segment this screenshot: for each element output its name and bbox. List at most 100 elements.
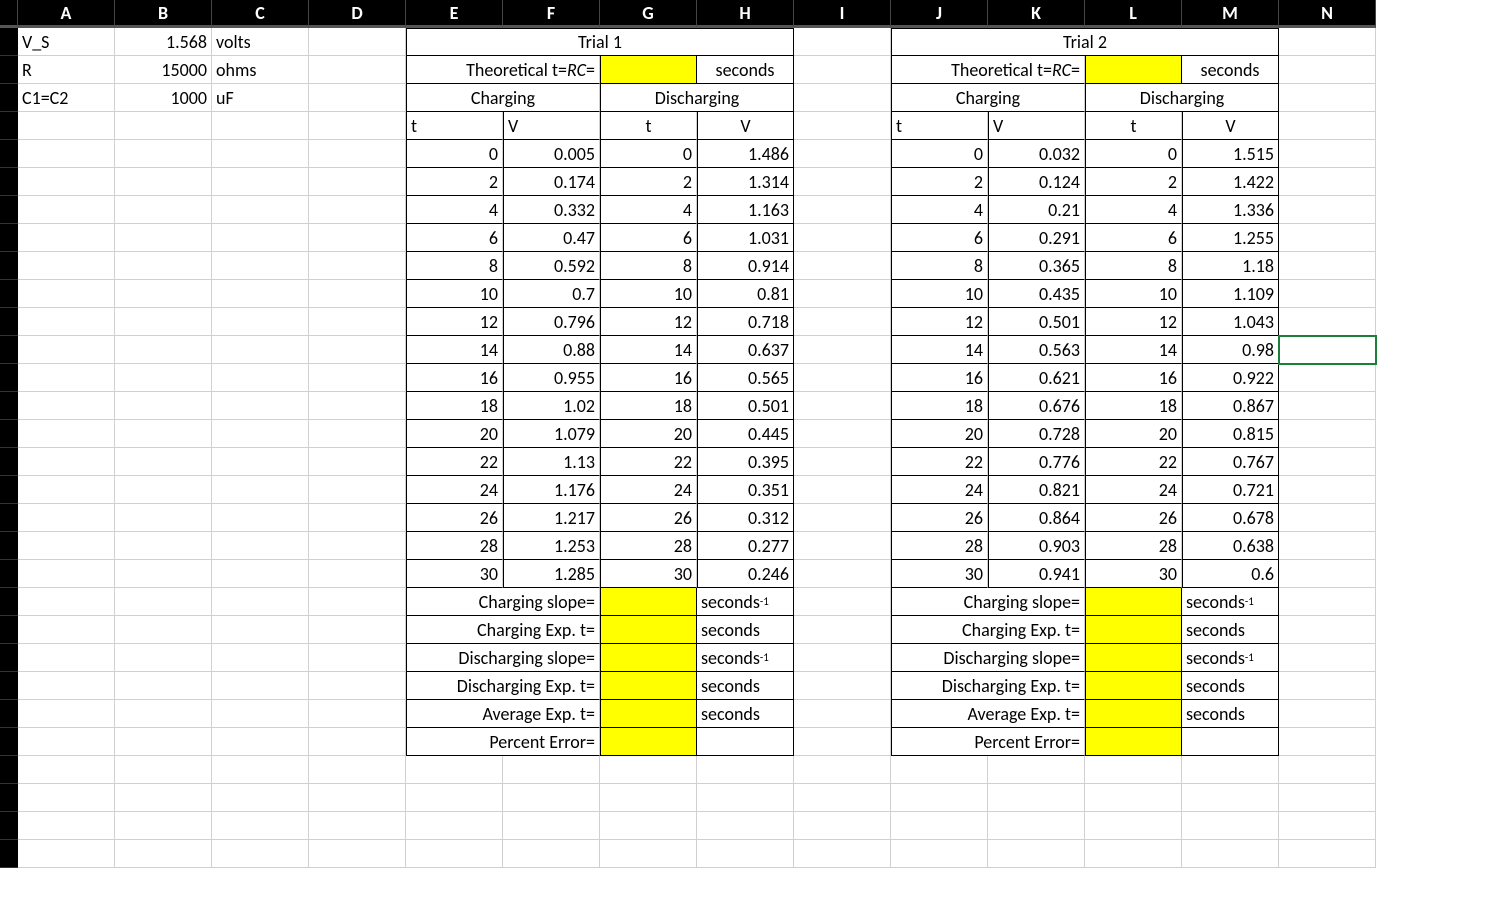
trial1-chg-v[interactable]: 0.332 <box>503 196 600 224</box>
cell[interactable] <box>212 392 309 420</box>
trial1-dis-v[interactable]: 0.351 <box>697 476 794 504</box>
cell[interactable] <box>794 588 891 616</box>
cell[interactable] <box>212 784 309 812</box>
trial2-dis-t[interactable]: 10 <box>1085 280 1182 308</box>
trial1-dis-t[interactable]: 4 <box>600 196 697 224</box>
trial1-dis-v-hdr[interactable]: V <box>697 112 794 140</box>
trial1-chg-t[interactable]: 14 <box>406 336 503 364</box>
cell[interactable] <box>309 280 406 308</box>
trial2-dis-v[interactable]: 0.721 <box>1182 476 1279 504</box>
trial1-dis-v[interactable]: 0.395 <box>697 448 794 476</box>
trial1-theoretical-label[interactable]: Theoretical t=RC= <box>406 56 600 84</box>
cell[interactable] <box>212 812 309 840</box>
cell[interactable] <box>309 196 406 224</box>
trial1-charging_exp-value[interactable] <box>600 616 697 644</box>
cell[interactable] <box>115 168 212 196</box>
cell[interactable] <box>18 112 115 140</box>
cell[interactable] <box>309 616 406 644</box>
trial2-charging_exp-label[interactable]: Charging Exp. t= <box>891 616 1085 644</box>
trial1-chg-t[interactable]: 8 <box>406 252 503 280</box>
trial2-average_exp-unit[interactable]: seconds <box>1182 700 1279 728</box>
trial1-dis-t[interactable]: 8 <box>600 252 697 280</box>
cell[interactable] <box>600 784 697 812</box>
trial2-chg-v-hdr[interactable]: V <box>988 112 1085 140</box>
cell[interactable] <box>115 336 212 364</box>
trial2-chg-v[interactable]: 0.501 <box>988 308 1085 336</box>
row-stub[interactable] <box>0 420 18 448</box>
trial2-chg-t[interactable]: 14 <box>891 336 988 364</box>
cell[interactable] <box>18 840 115 868</box>
trial1-discharging_slope-value[interactable] <box>600 644 697 672</box>
col-header-A[interactable]: A <box>18 0 115 28</box>
cell[interactable] <box>1279 364 1376 392</box>
trial1-dis-v[interactable]: 1.486 <box>697 140 794 168</box>
trial1-charging_exp-label[interactable]: Charging Exp. t= <box>406 616 600 644</box>
cell[interactable] <box>212 224 309 252</box>
cell[interactable] <box>794 364 891 392</box>
cell[interactable] <box>1182 840 1279 868</box>
cell[interactable] <box>18 784 115 812</box>
trial1-dis-t[interactable]: 14 <box>600 336 697 364</box>
trial1-theoretical-value[interactable] <box>600 56 697 84</box>
trial1-discharging_exp-label[interactable]: Discharging Exp. t= <box>406 672 600 700</box>
trial2-discharging-hdr[interactable]: Discharging <box>1085 84 1279 112</box>
trial2-chg-t[interactable]: 28 <box>891 532 988 560</box>
cell[interactable] <box>988 840 1085 868</box>
trial2-dis-v-hdr[interactable]: V <box>1182 112 1279 140</box>
trial1-chg-v[interactable]: 1.13 <box>503 448 600 476</box>
cell[interactable] <box>988 812 1085 840</box>
trial1-dis-v[interactable]: 1.163 <box>697 196 794 224</box>
cell[interactable] <box>18 448 115 476</box>
trial1-chg-v[interactable]: 0.796 <box>503 308 600 336</box>
trial1-chg-t[interactable]: 22 <box>406 448 503 476</box>
cell[interactable] <box>115 588 212 616</box>
cell[interactable] <box>503 840 600 868</box>
cell[interactable] <box>794 336 891 364</box>
trial1-dis-t[interactable]: 24 <box>600 476 697 504</box>
cell[interactable] <box>1085 840 1182 868</box>
row-stub[interactable] <box>0 392 18 420</box>
spreadsheet-grid[interactable]: ABCDEFGHIJKLMNV_S1.568voltsTrial 1Trial … <box>0 0 1512 868</box>
trial1-chg-t[interactable]: 12 <box>406 308 503 336</box>
cell[interactable] <box>18 644 115 672</box>
cell[interactable] <box>18 252 115 280</box>
cell[interactable] <box>600 812 697 840</box>
trial1-discharging-hdr[interactable]: Discharging <box>600 84 794 112</box>
trial2-dis-v[interactable]: 1.109 <box>1182 280 1279 308</box>
cell[interactable] <box>988 784 1085 812</box>
trial1-chg-t-hdr[interactable]: t <box>406 112 503 140</box>
row-stub[interactable] <box>0 700 18 728</box>
row-stub[interactable] <box>0 336 18 364</box>
cell[interactable] <box>794 280 891 308</box>
trial2-chg-t[interactable]: 12 <box>891 308 988 336</box>
trial2-charging_slope-label[interactable]: Charging slope= <box>891 588 1085 616</box>
cell[interactable] <box>794 504 891 532</box>
trial2-dis-t-hdr[interactable]: t <box>1085 112 1182 140</box>
cell[interactable] <box>212 756 309 784</box>
cell[interactable] <box>18 420 115 448</box>
trial2-chg-v[interactable]: 0.821 <box>988 476 1085 504</box>
r-unit[interactable]: ohms <box>212 56 309 84</box>
cell[interactable] <box>18 168 115 196</box>
trial1-chg-v[interactable]: 1.079 <box>503 420 600 448</box>
trial2-chg-v[interactable]: 0.563 <box>988 336 1085 364</box>
cell[interactable] <box>794 308 891 336</box>
col-header-L[interactable]: L <box>1085 0 1182 28</box>
cell[interactable] <box>309 28 406 56</box>
trial2-dis-t[interactable]: 4 <box>1085 196 1182 224</box>
cell[interactable] <box>1279 56 1376 84</box>
cell[interactable] <box>115 392 212 420</box>
cell[interactable] <box>891 784 988 812</box>
cell[interactable] <box>794 112 891 140</box>
trial1-chg-v[interactable]: 0.7 <box>503 280 600 308</box>
trial2-dis-t[interactable]: 22 <box>1085 448 1182 476</box>
trial2-chg-v[interactable]: 0.365 <box>988 252 1085 280</box>
row-stub[interactable] <box>0 56 18 84</box>
trial1-dis-t[interactable]: 10 <box>600 280 697 308</box>
trial1-discharging_exp-unit[interactable]: seconds <box>697 672 794 700</box>
col-header-F[interactable]: F <box>503 0 600 28</box>
trial2-dis-v[interactable]: 0.815 <box>1182 420 1279 448</box>
trial1-dis-t[interactable]: 22 <box>600 448 697 476</box>
trial2-charging_slope-value[interactable] <box>1085 588 1182 616</box>
cell[interactable] <box>309 252 406 280</box>
